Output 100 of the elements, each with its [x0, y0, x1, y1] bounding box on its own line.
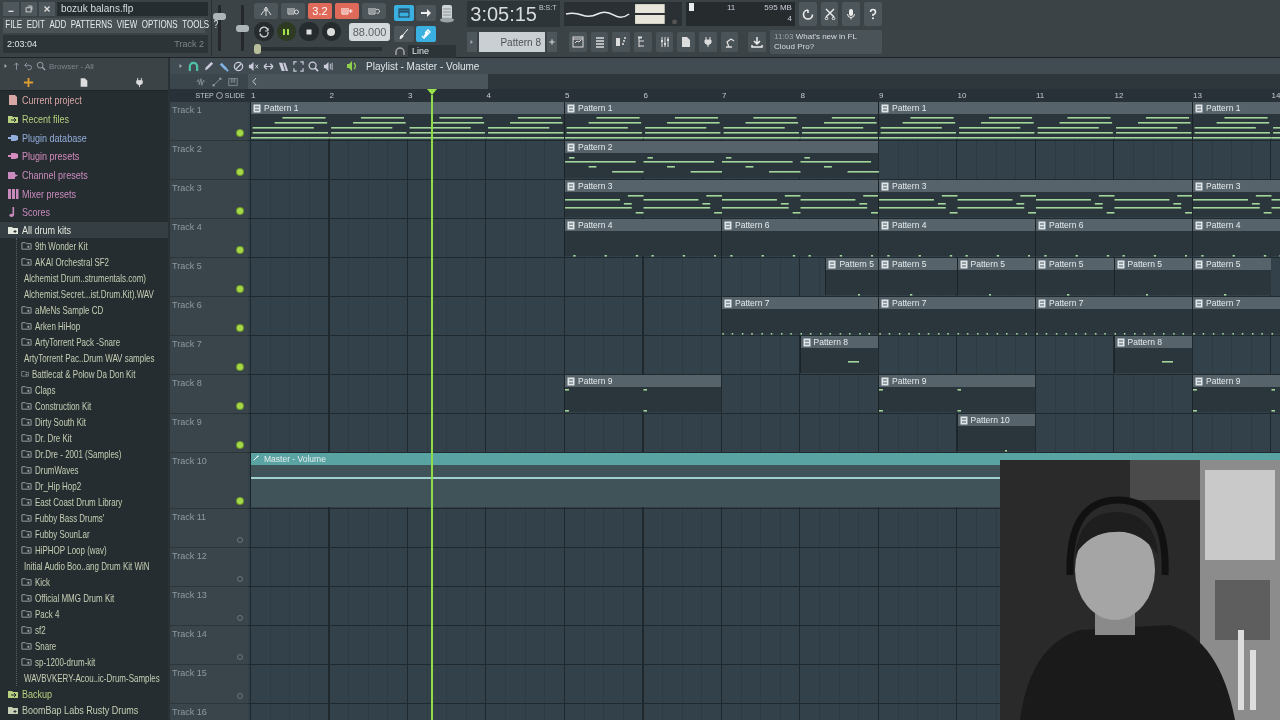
- playback-icon[interactable]: [323, 60, 334, 72]
- pattern-clip[interactable]: Pattern 7: [1035, 297, 1192, 334]
- microphone-button[interactable]: [842, 2, 861, 26]
- slider-thumb[interactable]: [236, 24, 249, 32]
- track-header[interactable]: Track 15: [170, 665, 248, 704]
- browser-item[interactable]: Fubby Bass Drums': [17, 509, 168, 526]
- close-button[interactable]: [39, 2, 55, 16]
- browser-item[interactable]: Dr_Hip Hop2: [17, 477, 168, 494]
- track-header[interactable]: Track 16: [170, 704, 248, 720]
- browser-item[interactable]: ArtyTorrent Pack -Snare: [17, 333, 168, 350]
- browser-item[interactable]: DrumWaves: [17, 461, 168, 478]
- browser-item[interactable]: All drum kits: [0, 221, 168, 238]
- pattern-clip[interactable]: Pattern 4: [1192, 219, 1280, 256]
- pattern-clip[interactable]: Pattern 7: [721, 297, 878, 334]
- back-icon[interactable]: [24, 61, 33, 71]
- pattern-clip[interactable]: Pattern 7: [878, 297, 1035, 334]
- mixer-button[interactable]: [655, 32, 674, 52]
- pattern-clip[interactable]: Pattern 6: [1035, 219, 1192, 256]
- lamp-button[interactable]: [720, 32, 739, 52]
- track-header[interactable]: Track 8: [170, 375, 248, 414]
- record-button[interactable]: [321, 22, 342, 41]
- pattern-clip[interactable]: Pattern 5: [825, 258, 878, 295]
- channel-rack-button[interactable]: [590, 32, 609, 52]
- playlist-button[interactable]: [569, 32, 587, 52]
- browser-item[interactable]: Snare: [17, 637, 168, 654]
- browser-item[interactable]: Plugin presets: [0, 147, 168, 166]
- cut-button[interactable]: [820, 2, 839, 26]
- wave-icon[interactable]: [196, 76, 206, 87]
- brush-button[interactable]: [394, 26, 414, 42]
- track-header[interactable]: Track 14: [170, 626, 248, 665]
- pattern-clip[interactable]: Pattern 1: [1192, 102, 1280, 139]
- search-icon[interactable]: [36, 61, 46, 71]
- slice-icon[interactable]: [278, 60, 289, 72]
- menu-item[interactable]: VIEW: [116, 18, 138, 30]
- track-header[interactable]: Track 13: [170, 587, 248, 626]
- undo-history-button[interactable]: [798, 2, 817, 26]
- pattern-clip[interactable]: Pattern 4: [564, 219, 721, 256]
- magnet-icon[interactable]: [188, 60, 199, 72]
- pattern-clip[interactable]: Pattern 4: [878, 219, 1035, 256]
- browser-item[interactable]: Alchemist Drum..strumentals.com): [17, 269, 168, 286]
- slider-thumb[interactable]: [254, 44, 261, 54]
- track-header[interactable]: Track 1: [170, 102, 248, 141]
- pattern-clip[interactable]: Pattern 1: [878, 102, 1192, 139]
- pattern-clip[interactable]: Pattern 9: [1192, 375, 1280, 412]
- pattern-clip[interactable]: Pattern 3: [564, 180, 878, 217]
- browser-item[interactable]: BoomBap Labs Rusty Drums: [0, 701, 168, 718]
- menu-item[interactable]: PATTERNS: [70, 18, 113, 30]
- link-button[interactable]: [416, 26, 436, 42]
- browser-item[interactable]: WAVBVKERY-Acou..ic-Drum-Samples: [17, 669, 168, 686]
- track-header[interactable]: Track 6: [170, 297, 248, 336]
- pattern-clip[interactable]: Pattern 1: [250, 102, 564, 139]
- pattern-clip[interactable]: Pattern 3: [1192, 180, 1280, 217]
- browser-item[interactable]: sp-1200-drum-kit: [17, 653, 168, 670]
- browser-item[interactable]: AKAI Orchestral SF2: [17, 253, 168, 270]
- metronome-button[interactable]: [254, 3, 278, 19]
- stop-button[interactable]: [299, 22, 319, 41]
- help-button[interactable]: [864, 2, 882, 26]
- speaker-icon[interactable]: [346, 60, 358, 72]
- browser-item[interactable]: ArtyTorrent Pac..Drum WAV samples: [17, 349, 168, 366]
- pattern-song-button[interactable]: 3.2: [308, 3, 332, 19]
- restore-button[interactable]: [21, 2, 37, 16]
- wait-button[interactable]: [281, 3, 305, 19]
- zoom-icon[interactable]: [308, 60, 319, 72]
- pattern-clip[interactable]: Pattern 1: [564, 102, 878, 139]
- plug-icon[interactable]: [134, 76, 146, 88]
- track-header[interactable]: Track 11: [170, 509, 248, 548]
- browser-item[interactable]: Dr.Dre - 2001 (Samples): [17, 445, 168, 462]
- menu-item[interactable]: TOOLS: [182, 18, 210, 30]
- select-icon[interactable]: [293, 60, 304, 72]
- browser-item[interactable]: Pack 4: [17, 605, 168, 622]
- pattern-clip[interactable]: Pattern 8: [1113, 336, 1192, 373]
- document-icon[interactable]: [79, 76, 89, 88]
- menu-item[interactable]: ADD: [49, 18, 67, 30]
- pattern-clip[interactable]: Pattern 3: [878, 180, 1192, 217]
- track-header[interactable]: Track 10: [170, 453, 248, 509]
- step-toggle[interactable]: [215, 92, 223, 99]
- browser-item[interactable]: Construction Kit: [17, 397, 168, 414]
- browser-item[interactable]: Current project: [0, 91, 168, 110]
- record-mode-button[interactable]: [362, 3, 386, 19]
- minimize-button[interactable]: [3, 2, 19, 16]
- pattern-selector[interactable]: Pattern 8: [479, 32, 545, 52]
- browser-item[interactable]: Backup: [0, 685, 168, 702]
- delete-icon[interactable]: [233, 60, 244, 72]
- menu-item[interactable]: EDIT: [26, 18, 45, 30]
- pattern-clip[interactable]: Pattern 10: [956, 414, 1035, 451]
- track-header[interactable]: Track 5: [170, 258, 248, 297]
- browser-item[interactable]: Battlecat & Polow Da Don Kit: [17, 365, 168, 382]
- browser-item[interactable]: Channel presets: [0, 165, 168, 185]
- track-header[interactable]: Track 4: [170, 219, 248, 258]
- brush-icon[interactable]: [218, 60, 229, 72]
- browser-item[interactable]: Plugin database: [0, 128, 168, 148]
- pattern-clip[interactable]: Pattern 5: [1035, 258, 1114, 295]
- browser-item[interactable]: Dr. Dre Kit: [17, 429, 168, 446]
- pattern-clip[interactable]: Pattern 7: [1192, 297, 1280, 334]
- up-icon[interactable]: [12, 61, 21, 71]
- track-header[interactable]: Track 7: [170, 336, 248, 375]
- mute-icon[interactable]: [248, 60, 259, 72]
- pattern-clip[interactable]: Pattern 5: [878, 258, 957, 295]
- expand-icon[interactable]: [3, 62, 9, 70]
- loop-button[interactable]: [254, 22, 274, 41]
